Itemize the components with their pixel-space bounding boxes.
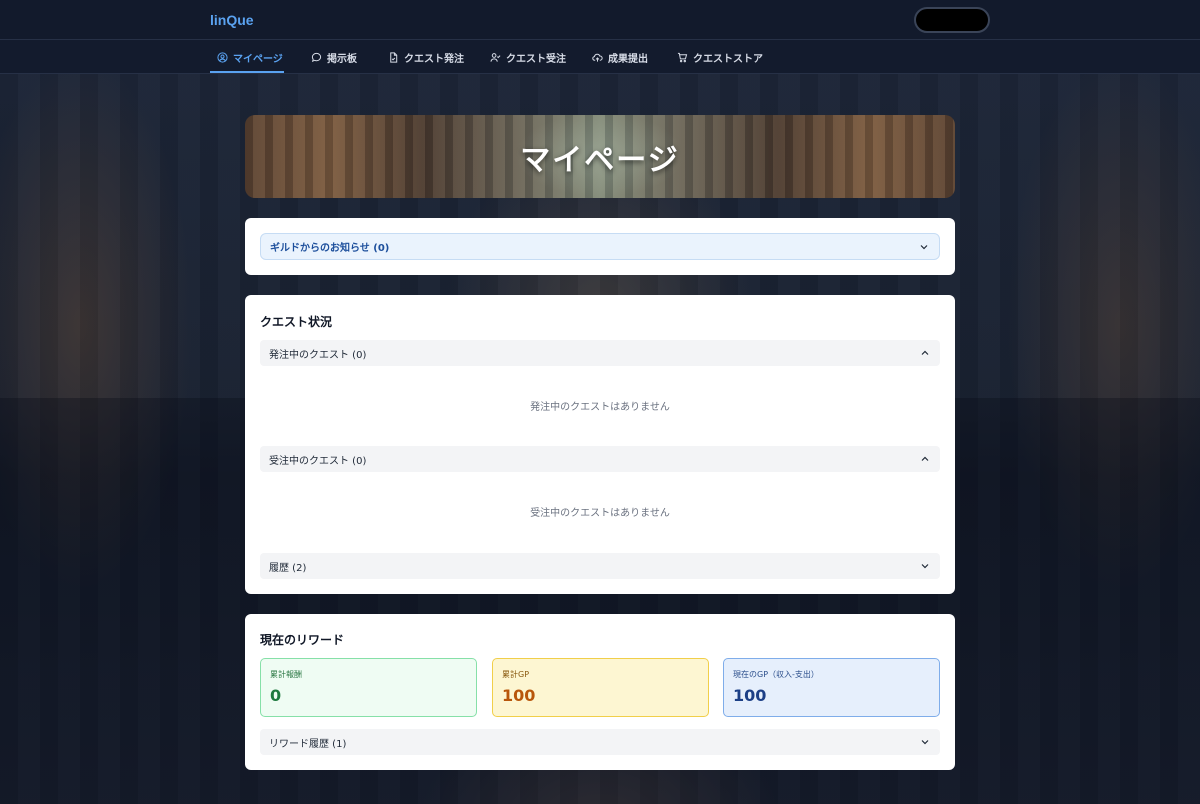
chevron-up-icon xyxy=(921,350,929,355)
nav-item-label: クエストストア xyxy=(693,53,763,65)
page-title: マイページ xyxy=(520,142,680,178)
nav-item-quest-order[interactable]: クエスト発注 xyxy=(388,40,464,74)
nav-item-submit-results[interactable]: 成果提出 xyxy=(592,40,648,74)
total-gp-label: 累計GP xyxy=(502,670,530,679)
history-toggle[interactable]: 履歴 (2) xyxy=(260,553,940,579)
history-label: 履歴 (2) xyxy=(269,562,307,574)
chevron-up-icon xyxy=(921,456,929,461)
hero-banner: マイページ xyxy=(245,115,955,198)
nav-item-label: クエスト受注 xyxy=(506,53,566,65)
reward-history-toggle[interactable]: リワード履歴 (1) xyxy=(260,729,940,755)
guild-notices-label: ギルドからのお知らせ (0) xyxy=(270,243,390,254)
accepted-quests-toggle[interactable]: 受注中のクエスト (0) xyxy=(260,446,940,472)
nav-item-mypage[interactable]: マイページ xyxy=(217,40,283,74)
quest-status-card: クエスト状況 発注中のクエスト (0) 発注中のクエストはありません 受注中のク… xyxy=(245,295,955,594)
chevron-down-icon xyxy=(921,564,929,569)
current-gp-label: 現在のGP（収入-支出） xyxy=(733,670,819,679)
nav-item-label: 成果提出 xyxy=(608,53,648,65)
current-gp-value: 100 xyxy=(733,686,767,705)
nav-item-label: 掲示板 xyxy=(327,53,357,65)
accepted-quests-label: 受注中のクエスト (0) xyxy=(269,455,367,467)
chevron-down-icon xyxy=(921,740,929,745)
rewards-title: 現在のリワード xyxy=(260,633,345,647)
main-nav: マイページ 掲示板 クエスト発注 クエスト受注 成果提出 クエストストア xyxy=(0,40,1200,74)
nav-item-quest-accept[interactable]: クエスト受注 xyxy=(490,40,566,74)
total-gp-value: 100 xyxy=(502,686,536,705)
total-reward-value: 0 xyxy=(270,686,282,705)
current-gp-box: 現在のGP（収入-支出） 100 xyxy=(723,658,940,717)
shopping-cart-icon xyxy=(677,52,688,62)
document-icon xyxy=(390,51,398,63)
quest-status-title: クエスト状況 xyxy=(260,315,333,329)
nav-active-indicator xyxy=(210,71,284,73)
upload-cloud-icon xyxy=(592,53,603,62)
ordered-quests-label: 発注中のクエスト (0) xyxy=(269,349,367,361)
rewards-card: 現在のリワード 累計報酬 0 累計GP 100 現在のGP（収入-支出） 100… xyxy=(245,614,955,770)
nav-item-quest-store[interactable]: クエストストア xyxy=(677,40,763,74)
chat-bubble-icon xyxy=(311,52,322,62)
app-logo[interactable]: linQue xyxy=(210,12,254,28)
notices-card: ギルドからのお知らせ (0) xyxy=(245,218,955,275)
guild-notices-toggle[interactable]: ギルドからのお知らせ (0) xyxy=(260,233,940,260)
top-bar: linQue xyxy=(0,0,1200,40)
chevron-down-icon xyxy=(920,244,928,249)
total-gp-box: 累計GP 100 xyxy=(492,658,709,717)
user-menu-button[interactable] xyxy=(914,7,990,33)
accepted-quests-empty-text: 受注中のクエストはありません xyxy=(530,508,670,519)
user-check-icon xyxy=(490,52,501,62)
ordered-quests-toggle[interactable]: 発注中のクエスト (0) xyxy=(260,340,940,366)
user-circle-icon xyxy=(217,51,228,63)
reward-history-label: リワード履歴 (1) xyxy=(269,738,347,750)
ordered-quests-empty-text: 発注中のクエストはありません xyxy=(530,402,670,413)
nav-item-board[interactable]: 掲示板 xyxy=(311,40,357,74)
nav-item-label: マイページ xyxy=(233,53,283,65)
nav-item-label: クエスト発注 xyxy=(404,53,464,65)
total-reward-box: 累計報酬 0 xyxy=(260,658,477,717)
total-reward-label: 累計報酬 xyxy=(270,670,302,679)
